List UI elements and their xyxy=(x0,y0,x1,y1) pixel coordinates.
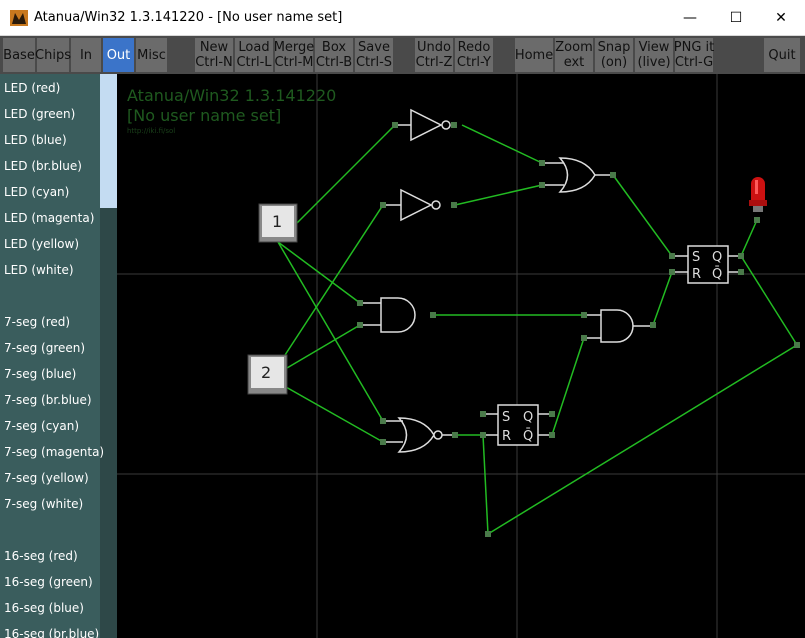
chips-tab-label: Chips xyxy=(35,47,71,63)
redo-label: Redo xyxy=(457,40,491,55)
box-label: Box xyxy=(321,40,347,55)
component-item[interactable]: 7-seg (magenta) xyxy=(4,442,104,462)
watermark-url: http://iki.fi/sol xyxy=(127,127,176,135)
save-label: Save xyxy=(358,40,390,55)
save-button[interactable]: Save Ctrl-S xyxy=(355,38,393,72)
watermark-user: [No user name set] xyxy=(127,106,282,125)
maximize-button[interactable]: ☐ xyxy=(713,0,759,36)
atanua-app-icon xyxy=(10,10,28,26)
chips-tab[interactable]: Chips xyxy=(35,38,71,72)
component-item[interactable]: LED (white) xyxy=(4,260,74,280)
view-state: (live) xyxy=(637,55,671,70)
minimize-button[interactable]: — xyxy=(667,0,713,36)
canvas-watermark: Atanua/Win32 1.3.141220 [No user name se… xyxy=(127,86,336,136)
component-item[interactable]: 7-seg (red) xyxy=(4,312,70,332)
component-item[interactable]: 7-seg (green) xyxy=(4,338,85,358)
merge-shortcut: Ctrl-M xyxy=(274,55,314,70)
out-tab[interactable]: Out xyxy=(103,38,134,72)
component-item[interactable]: LED (cyan) xyxy=(4,182,69,202)
circuit-canvas[interactable] xyxy=(117,74,805,638)
misc-tab[interactable]: Misc xyxy=(136,38,167,72)
component-item[interactable]: 7-seg (cyan) xyxy=(4,416,79,436)
component-item[interactable]: 16-seg (red) xyxy=(4,546,78,566)
new-label: New xyxy=(199,40,229,55)
quit-label: Quit xyxy=(768,47,796,63)
undo-shortcut: Ctrl-Z xyxy=(415,55,453,70)
component-item[interactable]: 16-seg (br.blue) xyxy=(4,624,99,638)
base-tab[interactable]: Base xyxy=(3,38,35,72)
home-button[interactable]: Home xyxy=(515,38,553,72)
component-list: LED (red) LED (green) LED (blue) LED (br… xyxy=(0,74,117,638)
component-item[interactable]: 16-seg (green) xyxy=(4,572,93,592)
in-tab-label: In xyxy=(79,47,93,63)
component-item[interactable]: LED (br.blue) xyxy=(4,156,82,176)
snap-state: (on) xyxy=(600,55,628,70)
redo-shortcut: Ctrl-Y xyxy=(456,55,492,70)
zoom-sub: ext xyxy=(563,55,585,70)
png-button[interactable]: PNG it Ctrl-G xyxy=(673,38,715,72)
component-item[interactable]: 7-seg (white) xyxy=(4,494,83,514)
new-shortcut: Ctrl-N xyxy=(195,55,233,70)
component-item[interactable]: LED (magenta) xyxy=(4,208,94,228)
undo-label: Undo xyxy=(417,40,451,55)
component-item[interactable]: LED (blue) xyxy=(4,130,67,150)
redo-button[interactable]: Redo Ctrl-Y xyxy=(455,38,493,72)
misc-tab-label: Misc xyxy=(137,47,166,63)
load-label: Load xyxy=(238,40,270,55)
save-shortcut: Ctrl-S xyxy=(355,55,393,70)
component-item[interactable]: 7-seg (yellow) xyxy=(4,468,89,488)
out-tab-label: Out xyxy=(106,47,131,63)
component-item[interactable]: 16-seg (blue) xyxy=(4,598,84,618)
load-shortcut: Ctrl-L xyxy=(236,55,272,70)
load-button[interactable]: Load Ctrl-L xyxy=(235,38,273,72)
view-label: View xyxy=(638,40,670,55)
component-item[interactable]: LED (green) xyxy=(4,104,75,124)
undo-button[interactable]: Undo Ctrl-Z xyxy=(415,38,453,72)
component-item[interactable]: LED (yellow) xyxy=(4,234,79,254)
merge-button[interactable]: Merge Ctrl-M xyxy=(273,38,315,72)
box-button[interactable]: Box Ctrl-B xyxy=(315,38,353,72)
component-item[interactable]: LED (red) xyxy=(4,78,60,98)
new-button[interactable]: New Ctrl-N xyxy=(195,38,233,72)
zoom-ext-button[interactable]: Zoom ext xyxy=(555,38,593,72)
component-item[interactable]: 7-seg (blue) xyxy=(4,364,76,384)
title-bar: Atanua/Win32 1.3.141220 - [No user name … xyxy=(0,0,805,36)
toolbar: Base Chips In Out Misc New Ctrl-N Load Ctr… xyxy=(0,36,805,74)
quit-button[interactable]: Quit xyxy=(764,38,800,72)
home-label: Home xyxy=(514,47,554,63)
component-item[interactable]: 7-seg (br.blue) xyxy=(4,390,92,410)
window-title: Atanua/Win32 1.3.141220 - [No user name … xyxy=(34,10,343,25)
snap-label: Snap xyxy=(597,40,631,55)
sidebar-scrollbar-thumb[interactable] xyxy=(100,74,117,208)
zoom-label: Zoom xyxy=(555,40,593,55)
snap-button[interactable]: Snap (on) xyxy=(595,38,633,72)
in-tab[interactable]: In xyxy=(71,38,101,72)
close-button[interactable]: ✕ xyxy=(758,0,804,36)
png-shortcut: Ctrl-G xyxy=(674,55,714,70)
box-shortcut: Ctrl-B xyxy=(315,55,353,70)
view-button[interactable]: View (live) xyxy=(635,38,673,72)
watermark-title: Atanua/Win32 1.3.141220 xyxy=(127,86,337,105)
png-label: PNG it xyxy=(673,40,715,55)
base-tab-label: Base xyxy=(3,47,35,63)
merge-label: Merge xyxy=(273,40,315,55)
